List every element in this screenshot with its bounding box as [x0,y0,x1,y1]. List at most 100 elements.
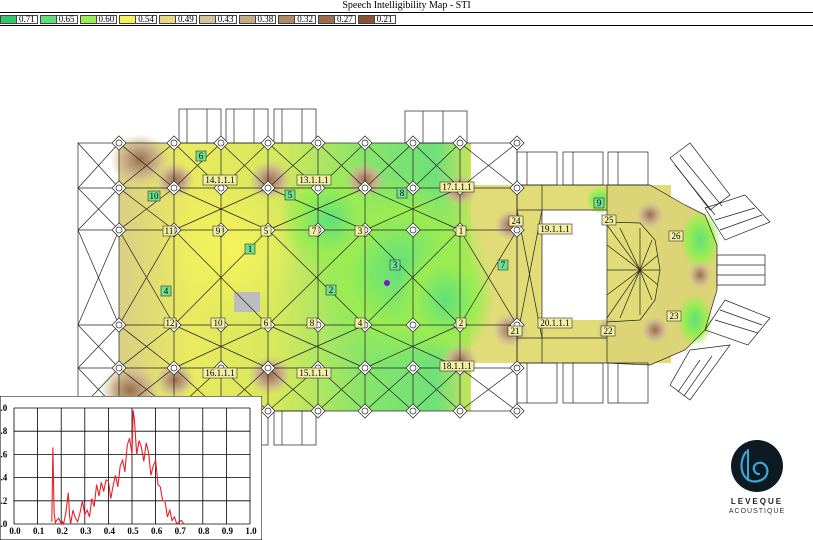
svg-text:1: 1 [459,226,464,236]
map-label[interactable]: 14.1.1.1 [202,174,238,186]
map-label[interactable]: 2 [325,284,337,296]
pillar-core [217,139,225,147]
pillar-core [361,364,369,372]
map-label[interactable]: 8 [396,187,408,199]
pillar-core [115,184,123,192]
y-tick-label: 0.2 [0,496,8,506]
svg-text:25: 25 [605,215,615,225]
x-tick-label: 0.9 [222,526,234,536]
map-label[interactable]: 3 [389,259,401,271]
x-tick-label: 0.0 [9,526,21,536]
map-label[interactable]: 9 [212,225,224,237]
svg-text:9: 9 [216,226,221,236]
pillar-core [264,139,272,147]
svg-text:14.1.1.1: 14.1.1.1 [205,175,234,185]
x-tick-label: 0.1 [33,526,45,536]
svg-text:1: 1 [248,244,253,254]
x-tick-label: 0.5 [127,526,139,536]
x-tick-label: 0.4 [104,526,116,536]
pillar-core [409,407,417,415]
pillar-core [513,139,521,147]
map-label[interactable]: 21 [507,325,523,337]
map-label[interactable]: 8 [306,317,318,329]
pillar-core [314,139,322,147]
svg-text:11: 11 [165,226,174,236]
svg-text:8: 8 [310,318,315,328]
pillar-core [361,407,369,415]
pillar-core [456,407,464,415]
map-label[interactable]: 10 [147,190,161,202]
svg-text:9: 9 [597,198,602,208]
x-tick-label: 0.3 [80,526,92,536]
map-label[interactable]: 26 [668,230,684,242]
map-label[interactable]: 19.1.1.1 [537,223,573,235]
logo-subtitle: ACOUSTIQUE [728,508,786,515]
svg-text:6: 6 [264,318,269,328]
map-label[interactable]: 5 [284,189,296,201]
svg-text:20.1.1.1: 20.1.1.1 [540,318,569,328]
svg-text:2: 2 [459,318,464,328]
pillar-core [314,184,322,192]
svg-text:19.1.1.1: 19.1.1.1 [540,224,569,234]
pillar-core [513,226,521,234]
map-label[interactable]: 22 [600,325,616,337]
pillar-core [513,407,521,415]
svg-text:10: 10 [214,318,224,328]
x-tick-label: 1.0 [245,526,257,536]
map-label[interactable]: 7 [308,225,320,237]
map-label[interactable]: 4 [160,285,172,297]
map-label[interactable]: 15.1.1.1 [296,367,332,379]
chart-panel [0,396,262,540]
map-label[interactable]: 4 [354,317,366,329]
svg-text:3: 3 [393,260,398,270]
svg-text:18.1.1.1: 18.1.1.1 [442,361,471,371]
svg-text:7: 7 [312,226,317,236]
map-label[interactable]: 6 [260,317,272,329]
pillar-core [170,139,178,147]
y-tick-label: 0.6 [0,449,8,459]
svg-text:16.1.1.1: 16.1.1.1 [205,368,234,378]
svg-text:7: 7 [501,260,506,270]
svg-text:2: 2 [329,285,334,295]
logo-name: LEVEQUE [730,497,784,506]
map-label[interactable]: 11 [162,225,176,237]
pillar-core [170,364,178,372]
map-label[interactable]: 10 [210,317,226,329]
map-label[interactable]: 3 [354,225,366,237]
svg-text:13.1.1.1: 13.1.1.1 [299,175,328,185]
pillar-core [513,184,521,192]
svg-text:23: 23 [670,311,680,321]
pillar-core [409,139,417,147]
pillar-core [115,226,123,234]
pillar-core [409,364,417,372]
map-label[interactable]: 17.1.1.1 [439,181,475,193]
map-label[interactable]: 20.1.1.1 [537,317,573,329]
x-tick-label: 0.7 [175,526,187,536]
pillar-core [264,364,272,372]
map-label[interactable]: 16.1.1.1 [202,367,238,379]
svg-text:3: 3 [358,226,363,236]
map-label[interactable]: 25 [601,214,617,226]
map-label[interactable]: 7 [497,259,509,271]
map-label[interactable]: 12 [163,317,177,329]
sti-distribution-chart: 0.0 0.1 0.2 0.3 0.4 0.5 0.6 0.7 0.8 0.9 1.0 0.0 0.2 0… [0,396,262,540]
map-label[interactable]: 5 [260,225,272,237]
svg-text:6: 6 [199,151,204,161]
map-label[interactable]: 23 [666,310,682,322]
pillar-core [361,139,369,147]
pillar-core [217,184,225,192]
pillar-core [409,184,417,192]
map-label[interactable]: 6 [195,150,207,162]
map-label[interactable]: 9 [593,197,605,209]
pillar-core [456,139,464,147]
map-label[interactable]: 1 [455,225,467,237]
svg-text:10: 10 [150,191,160,201]
pillar-core [264,407,272,415]
map-label[interactable]: 24 [508,215,524,227]
source-marker[interactable] [384,280,390,286]
pillar-core [170,184,178,192]
map-label[interactable]: 18.1.1.1 [439,360,475,372]
map-label[interactable]: 1 [244,243,256,255]
map-label[interactable]: 13.1.1.1 [296,174,332,186]
map-label[interactable]: 2 [455,317,467,329]
